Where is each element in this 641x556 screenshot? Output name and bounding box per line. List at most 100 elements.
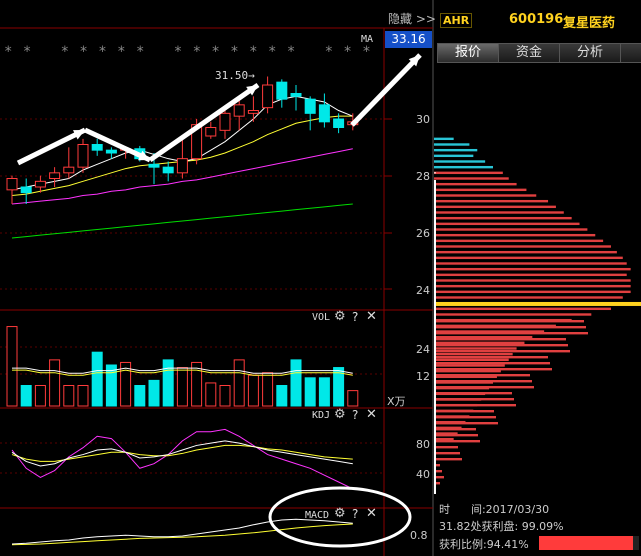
chip-bar	[434, 338, 566, 341]
vol-unit: X万	[387, 395, 406, 408]
candle-body	[162, 166, 174, 174]
kdj-j-line	[11, 428, 354, 490]
chip-bar	[434, 326, 586, 329]
volume-bar	[205, 382, 217, 407]
tab-analysis[interactable]: 分析	[559, 43, 621, 63]
hide-button[interactable]: 隐藏 >>	[388, 10, 436, 27]
chip-bar	[434, 410, 494, 413]
chip-bar	[434, 273, 627, 277]
chip-bar	[434, 364, 505, 367]
volume-bar	[304, 377, 316, 407]
candle-body	[304, 98, 316, 114]
vol-close-icon[interactable]: ✕	[366, 309, 377, 324]
chip-bar	[434, 194, 537, 197]
volume-bar	[162, 359, 174, 407]
candle-body	[20, 186, 32, 194]
annotation-arrow-4	[350, 53, 422, 127]
price-tick-26: 26	[416, 227, 430, 240]
kdj-close-icon[interactable]: ✕	[366, 407, 377, 422]
chip-bar	[434, 267, 631, 271]
info-time: 时 间:2017/03/30	[439, 503, 550, 516]
vol-help-icon[interactable]: ?	[352, 310, 358, 324]
candle-body	[318, 104, 330, 123]
candle-body	[34, 180, 46, 188]
volume-bar	[219, 385, 231, 407]
kdj-tick-80: 80	[416, 438, 430, 451]
macd-close-icon[interactable]: ✕	[366, 506, 377, 521]
macd-settings-icon[interactable]: ⚙	[334, 506, 346, 521]
annotation-arrow-1	[16, 127, 87, 166]
candle-body	[176, 158, 188, 174]
chip-bar	[434, 205, 556, 209]
chip-bar	[434, 256, 623, 260]
vol-tick-12: 12	[416, 370, 430, 383]
info-ratio-line: 获利比例:94.41%	[439, 538, 529, 551]
chip-bar	[434, 368, 552, 371]
chip-bar	[434, 440, 480, 443]
volume-bar	[233, 359, 245, 407]
volume-bar	[63, 385, 75, 407]
chip-bar	[434, 233, 596, 237]
candle-body	[91, 144, 103, 151]
volume-bar	[276, 385, 288, 407]
chip-bar	[434, 362, 550, 365]
chip-bar	[434, 199, 549, 203]
chip-bar	[434, 284, 631, 288]
stock-badge: AHR	[440, 13, 473, 28]
chip-bar	[434, 428, 476, 431]
kdj-tick-40: 40	[416, 468, 430, 481]
chip-bar	[434, 434, 478, 437]
candle-body	[6, 178, 18, 191]
volume-bar	[247, 374, 259, 407]
chip-bar	[434, 307, 611, 311]
volume-bar	[176, 367, 188, 407]
vol-settings-icon[interactable]: ⚙	[334, 309, 346, 324]
chip-bar	[434, 290, 631, 294]
chip-bar	[434, 446, 458, 449]
chip-bar	[434, 356, 548, 359]
candle-body	[262, 84, 274, 109]
price-tick-24: 24	[416, 284, 430, 297]
volume-bar	[6, 326, 18, 407]
chip-bar	[434, 380, 532, 383]
chip-bar	[434, 262, 627, 265]
volume-bar	[318, 377, 330, 407]
kdj-settings-icon[interactable]: ⚙	[334, 407, 346, 422]
chip-bar	[434, 296, 623, 299]
candle-body	[49, 172, 61, 179]
kdj-help-icon[interactable]: ?	[352, 408, 358, 422]
tab-quote[interactable]: 报价	[437, 43, 499, 63]
chip-bar	[434, 250, 617, 254]
chip-bar	[434, 245, 611, 248]
annotation-arrow-3	[148, 82, 260, 163]
volume-bar	[77, 385, 89, 407]
price-badge: 33.16	[385, 31, 432, 48]
kline-chart[interactable]	[0, 0, 641, 556]
candle-body	[63, 166, 75, 174]
stock-name: 复星医药	[563, 16, 616, 31]
volume-bar	[34, 385, 46, 407]
tab-funds[interactable]: 资金	[498, 43, 560, 63]
chip-bar	[434, 386, 534, 389]
chip-bar	[434, 422, 498, 425]
candle-body	[77, 144, 89, 168]
chip-bar	[434, 352, 513, 356]
chip-bar	[434, 458, 462, 461]
volume-bar	[347, 390, 359, 407]
chip-bar	[434, 228, 588, 231]
chip-bar	[434, 148, 478, 152]
profit-ratio-fill	[539, 536, 634, 550]
macd-help-icon[interactable]: ?	[352, 507, 358, 521]
chip-bar	[434, 171, 503, 175]
chip-bar	[434, 182, 517, 186]
tab-more[interactable]	[620, 43, 641, 63]
price-tick-28: 28	[416, 170, 430, 183]
topbar-bg	[0, 0, 433, 28]
stars-row: * * * * * * * * * * * * * * * * *	[4, 44, 372, 60]
candle-body	[276, 81, 288, 100]
volume-bar	[262, 372, 274, 407]
chip-bar	[434, 347, 517, 350]
candle-body	[205, 127, 217, 137]
volume-bar	[105, 364, 117, 407]
candle-body	[247, 110, 259, 114]
